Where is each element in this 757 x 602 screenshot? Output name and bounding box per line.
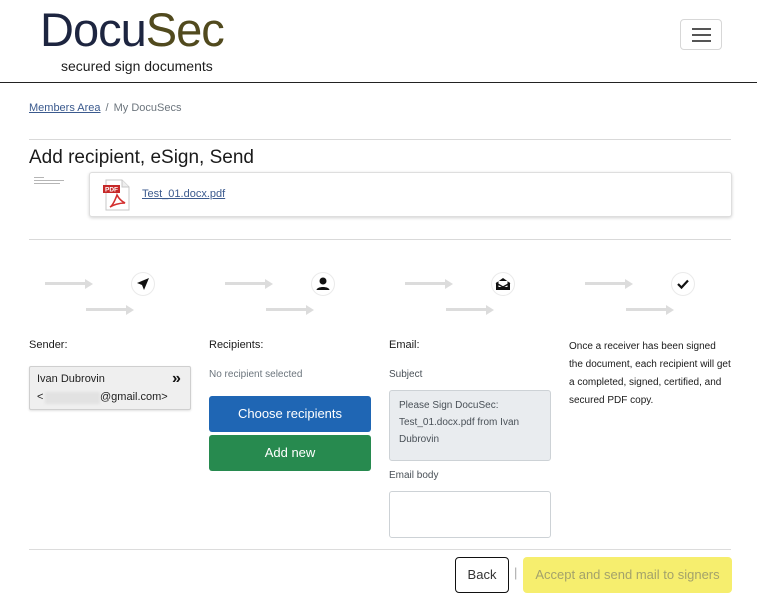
recipients-label: Recipients: <box>209 339 264 351</box>
flow-arrow-head <box>306 305 314 315</box>
breadcrumb-separator: / <box>105 102 109 114</box>
email-body-label: Email body <box>389 470 439 481</box>
site-header: DocuSec secured sign documents <box>0 0 757 83</box>
breadcrumb: Members Area / My DocuSecs <box>29 102 181 114</box>
breadcrumb-current: My DocuSecs <box>113 102 182 114</box>
step-complete <box>671 272 695 296</box>
pdf-file-icon: PDF <box>103 179 130 211</box>
tagline: secured sign documents <box>61 58 213 74</box>
choose-recipients-button[interactable]: Choose recipients <box>209 396 371 432</box>
step-recipient <box>311 272 335 296</box>
flow-arrow-head <box>265 279 273 289</box>
flow-arrow <box>405 282 445 285</box>
flow-arrow-head <box>486 305 494 315</box>
file-card: PDF Test_01.docx.pdf <box>89 172 732 217</box>
button-divider: | <box>514 565 518 580</box>
user-icon <box>316 277 330 290</box>
checkmark-icon <box>677 279 689 290</box>
accept-send-button[interactable]: Accept and send mail to signers <box>523 557 732 593</box>
flow-arrow-head <box>85 279 93 289</box>
step-email <box>491 272 515 296</box>
flow-arrow <box>266 308 306 311</box>
double-chevron-right-icon[interactable]: » <box>172 370 181 388</box>
divider <box>29 239 731 240</box>
flow-arrow <box>446 308 486 311</box>
flow-arrow-head <box>445 279 453 289</box>
breadcrumb-members-area-link[interactable]: Members Area <box>29 102 101 114</box>
flow-arrow <box>86 308 126 311</box>
sender-email-redacted <box>45 392 100 404</box>
subject-field[interactable]: Please Sign DocuSec: Test_01.docx.pdf fr… <box>389 390 551 461</box>
document-thumbnail <box>34 177 68 191</box>
hamburger-bar <box>692 40 711 42</box>
flow-arrow <box>585 282 625 285</box>
hamburger-menu-button[interactable] <box>680 19 722 50</box>
subject-label: Subject <box>389 369 423 380</box>
flow-arrow <box>626 308 666 311</box>
footer-divider <box>29 549 731 550</box>
paper-plane-icon <box>137 278 149 290</box>
logo[interactable]: DocuSec <box>40 2 225 58</box>
step-send <box>131 272 155 296</box>
email-label: Email: <box>389 339 420 351</box>
sender-label: Sender: <box>29 339 68 351</box>
add-new-button[interactable]: Add new <box>209 435 371 471</box>
logo-sec: Sec <box>145 3 225 56</box>
flow-arrow-head <box>126 305 134 315</box>
sender-card[interactable]: Ivan Dubrovin < @gmail.com> » <box>29 366 191 410</box>
hamburger-bar <box>692 34 711 36</box>
mail-open-icon <box>495 278 511 290</box>
sender-email-domain: @gmail.com> <box>100 391 168 403</box>
file-link[interactable]: Test_01.docx.pdf <box>142 188 225 200</box>
hamburger-menu-icon <box>692 28 711 30</box>
flow-arrow <box>45 282 85 285</box>
flow-arrow <box>225 282 265 285</box>
back-button[interactable]: Back <box>455 557 509 593</box>
no-recipient-text: No recipient selected <box>209 369 303 380</box>
logo-docu: Docu <box>40 3 147 56</box>
divider <box>29 139 731 140</box>
email-body-field[interactable] <box>389 491 551 538</box>
page-title: Add recipient, eSign, Send <box>29 147 254 168</box>
sender-name: Ivan Dubrovin <box>37 373 105 385</box>
flow-arrow-head <box>625 279 633 289</box>
svg-text:PDF: PDF <box>105 187 118 194</box>
sender-email-open: < <box>37 391 44 403</box>
info-text: Once a receiver has been signed the docu… <box>569 341 731 406</box>
flow-arrow-head <box>666 305 674 315</box>
